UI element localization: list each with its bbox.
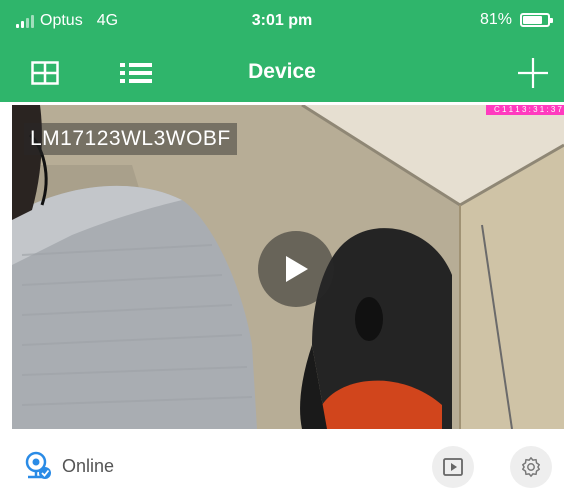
osd-timestamp: C 1 1 1 3 : 3 1 : 3 7 xyxy=(486,105,564,115)
play-button[interactable] xyxy=(258,231,334,307)
app-screen: Optus 4G 3:01 pm 81% Device C 1 1 1 3: … xyxy=(0,0,564,496)
add-icon[interactable] xyxy=(516,57,550,89)
battery-percent: 81% xyxy=(479,11,512,28)
device-footer: Online xyxy=(0,432,564,496)
play-icon xyxy=(286,256,308,282)
camera-preview[interactable]: C 1 1 1 3 : 3 1 : 3 7 LM17123WL3WOBF xyxy=(12,105,564,429)
page-title: Device xyxy=(248,60,316,83)
battery-fill xyxy=(523,16,543,24)
online-status: Online xyxy=(24,451,114,481)
nav-bar: Device xyxy=(0,44,564,102)
settings-button[interactable] xyxy=(510,446,552,488)
online-status-text: Online xyxy=(62,455,115,476)
battery-icon xyxy=(520,13,553,27)
camera-online-icon xyxy=(25,451,51,479)
device-name-label: LM17123WL3WOBF xyxy=(24,123,237,155)
status-bar: Optus 4G 3:01 pm 81% xyxy=(0,0,564,44)
playback-icon xyxy=(443,458,463,476)
settings-icon xyxy=(522,457,540,477)
status-right: 81% xyxy=(479,11,553,29)
playback-button[interactable] xyxy=(432,446,474,488)
